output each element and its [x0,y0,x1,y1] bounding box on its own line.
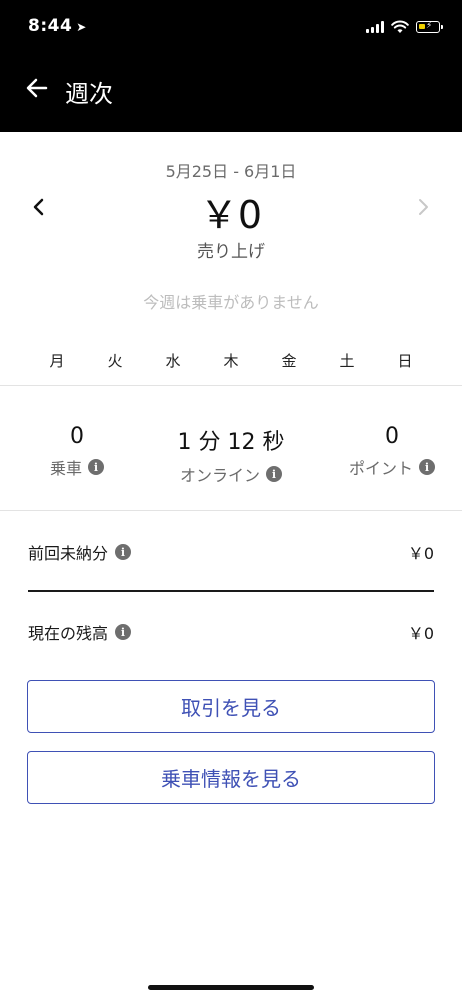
location-arrow-icon: ➤ [76,20,87,34]
cellular-signal-icon [366,21,384,33]
weekday-label: 日 [397,352,413,370]
current-balance-value: ￥0 [407,624,434,643]
stat-points: 0 ポイント i [340,424,444,479]
divider [0,385,462,386]
divider [28,590,434,592]
chevron-right-icon[interactable] [414,196,432,218]
view-ride-info-button[interactable]: 乗車情報を見る [27,751,435,804]
stat-trips-value: 0 [70,424,84,449]
earnings-label: 売り上げ [197,242,265,262]
date-range: 5月25日 - 6月1日 [165,162,297,181]
info-icon[interactable]: i [266,466,282,482]
home-indicator [148,985,314,990]
divider [0,510,462,511]
weekday-label: 金 [281,352,297,370]
stat-points-value: 0 [385,424,399,449]
balance-row-unpaid: 前回未納分 i ￥0 [28,540,434,564]
stat-trips-label: 乗車 [49,459,82,478]
arrow-left-icon[interactable] [26,78,48,98]
weekday-label: 土 [339,352,355,370]
stat-points-label: ポイント [348,459,413,478]
current-balance-label: 現在の残高 [28,624,109,643]
stat-online-value: 1 分 12 秒 [177,430,285,455]
weekday-label: 月 [49,352,65,370]
earnings-amount: ￥0 [199,193,263,237]
page-title: 週次 [65,80,113,108]
unpaid-value: ￥0 [407,544,434,563]
weekday-label: 火 [107,352,123,370]
wifi-icon [391,20,409,33]
info-icon[interactable]: i [419,459,435,475]
empty-state-message: 今週は乗車がありません [143,293,319,312]
battery-icon: ⚡ [416,21,443,33]
info-icon[interactable]: i [115,544,132,560]
info-icon[interactable]: i [115,624,132,640]
stat-online-time: 1 分 12 秒 オンライン i [160,424,302,486]
stat-online-label: オンライン [179,466,260,485]
status-time-text: 8:44 [28,16,73,36]
weekday-axis: 月 火 水 木 金 土 日 [28,350,434,371]
weekday-label: 木 [223,352,239,370]
balance-row-current: 現在の残高 i ￥0 [28,620,434,644]
top-app-bar: 8:44 ➤ ⚡ 週次 [0,0,462,132]
stat-trips: 0 乗車 i [28,424,126,479]
info-icon[interactable]: i [88,459,104,475]
weekday-label: 水 [165,352,181,370]
status-icons: ⚡ [366,18,443,36]
unpaid-label: 前回未納分 [28,544,109,563]
status-time: 8:44 ➤ [28,16,87,36]
view-transactions-button[interactable]: 取引を見る [27,680,435,733]
